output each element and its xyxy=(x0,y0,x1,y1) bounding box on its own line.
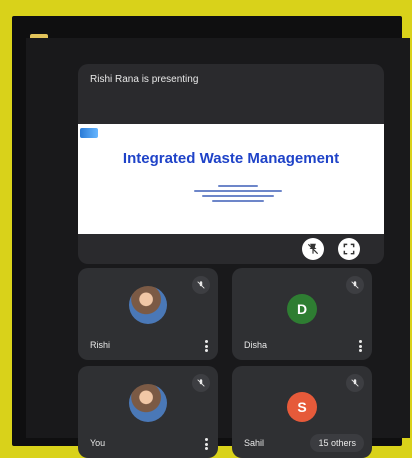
slide-subtitle-lines xyxy=(178,182,298,205)
avatar-rishi xyxy=(129,285,167,324)
meeting-screen: Rishi Rana is presenting Integrated Wast… xyxy=(26,38,410,458)
participant-name: Sahil xyxy=(244,438,265,448)
mic-off-icon xyxy=(346,374,364,392)
others-count-pill[interactable]: 15 others xyxy=(310,434,364,452)
avatar-you xyxy=(129,383,167,422)
participant-name: Disha xyxy=(244,340,268,350)
participant-tile-rishi[interactable]: Rishi xyxy=(78,268,218,360)
participant-tile-disha[interactable]: D Disha xyxy=(232,268,372,360)
fullscreen-icon xyxy=(343,243,355,255)
fullscreen-button[interactable] xyxy=(338,238,360,260)
avatar-sahil: S xyxy=(287,392,317,423)
participant-tile-sahil[interactable]: S Sahil 15 others xyxy=(232,366,372,458)
shared-slide: Integrated Waste Management xyxy=(78,124,384,234)
mic-off-glyph xyxy=(197,379,205,387)
mic-off-icon xyxy=(192,276,210,294)
more-options-icon[interactable] xyxy=(205,340,208,352)
slide-logo xyxy=(80,128,98,138)
more-options-icon[interactable] xyxy=(359,340,362,352)
presentation-tile[interactable]: Rishi Rana is presenting Integrated Wast… xyxy=(78,64,384,264)
slide-title: Integrated Waste Management xyxy=(122,150,340,167)
participant-name: You xyxy=(90,438,106,448)
more-options-icon[interactable] xyxy=(205,438,208,450)
mic-off-icon xyxy=(346,276,364,294)
mic-off-glyph xyxy=(351,379,359,387)
mic-off-glyph xyxy=(351,281,359,289)
participant-name: Rishi xyxy=(90,340,111,350)
device-frame: Rishi Rana is presenting Integrated Wast… xyxy=(12,16,410,458)
participant-tile-you[interactable]: You xyxy=(78,366,218,458)
mic-off-glyph xyxy=(197,281,205,289)
avatar-disha: D xyxy=(287,294,317,325)
presenter-banner: Rishi Rana is presenting xyxy=(90,74,199,85)
pin-icon xyxy=(307,243,319,255)
pin-button[interactable] xyxy=(302,238,324,260)
mic-off-icon xyxy=(192,374,210,392)
